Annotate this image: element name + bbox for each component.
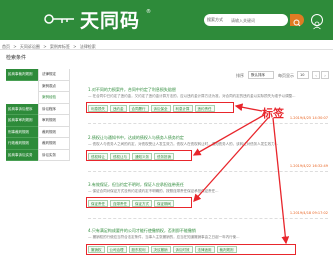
annotation-arrows	[192, 103, 290, 245]
